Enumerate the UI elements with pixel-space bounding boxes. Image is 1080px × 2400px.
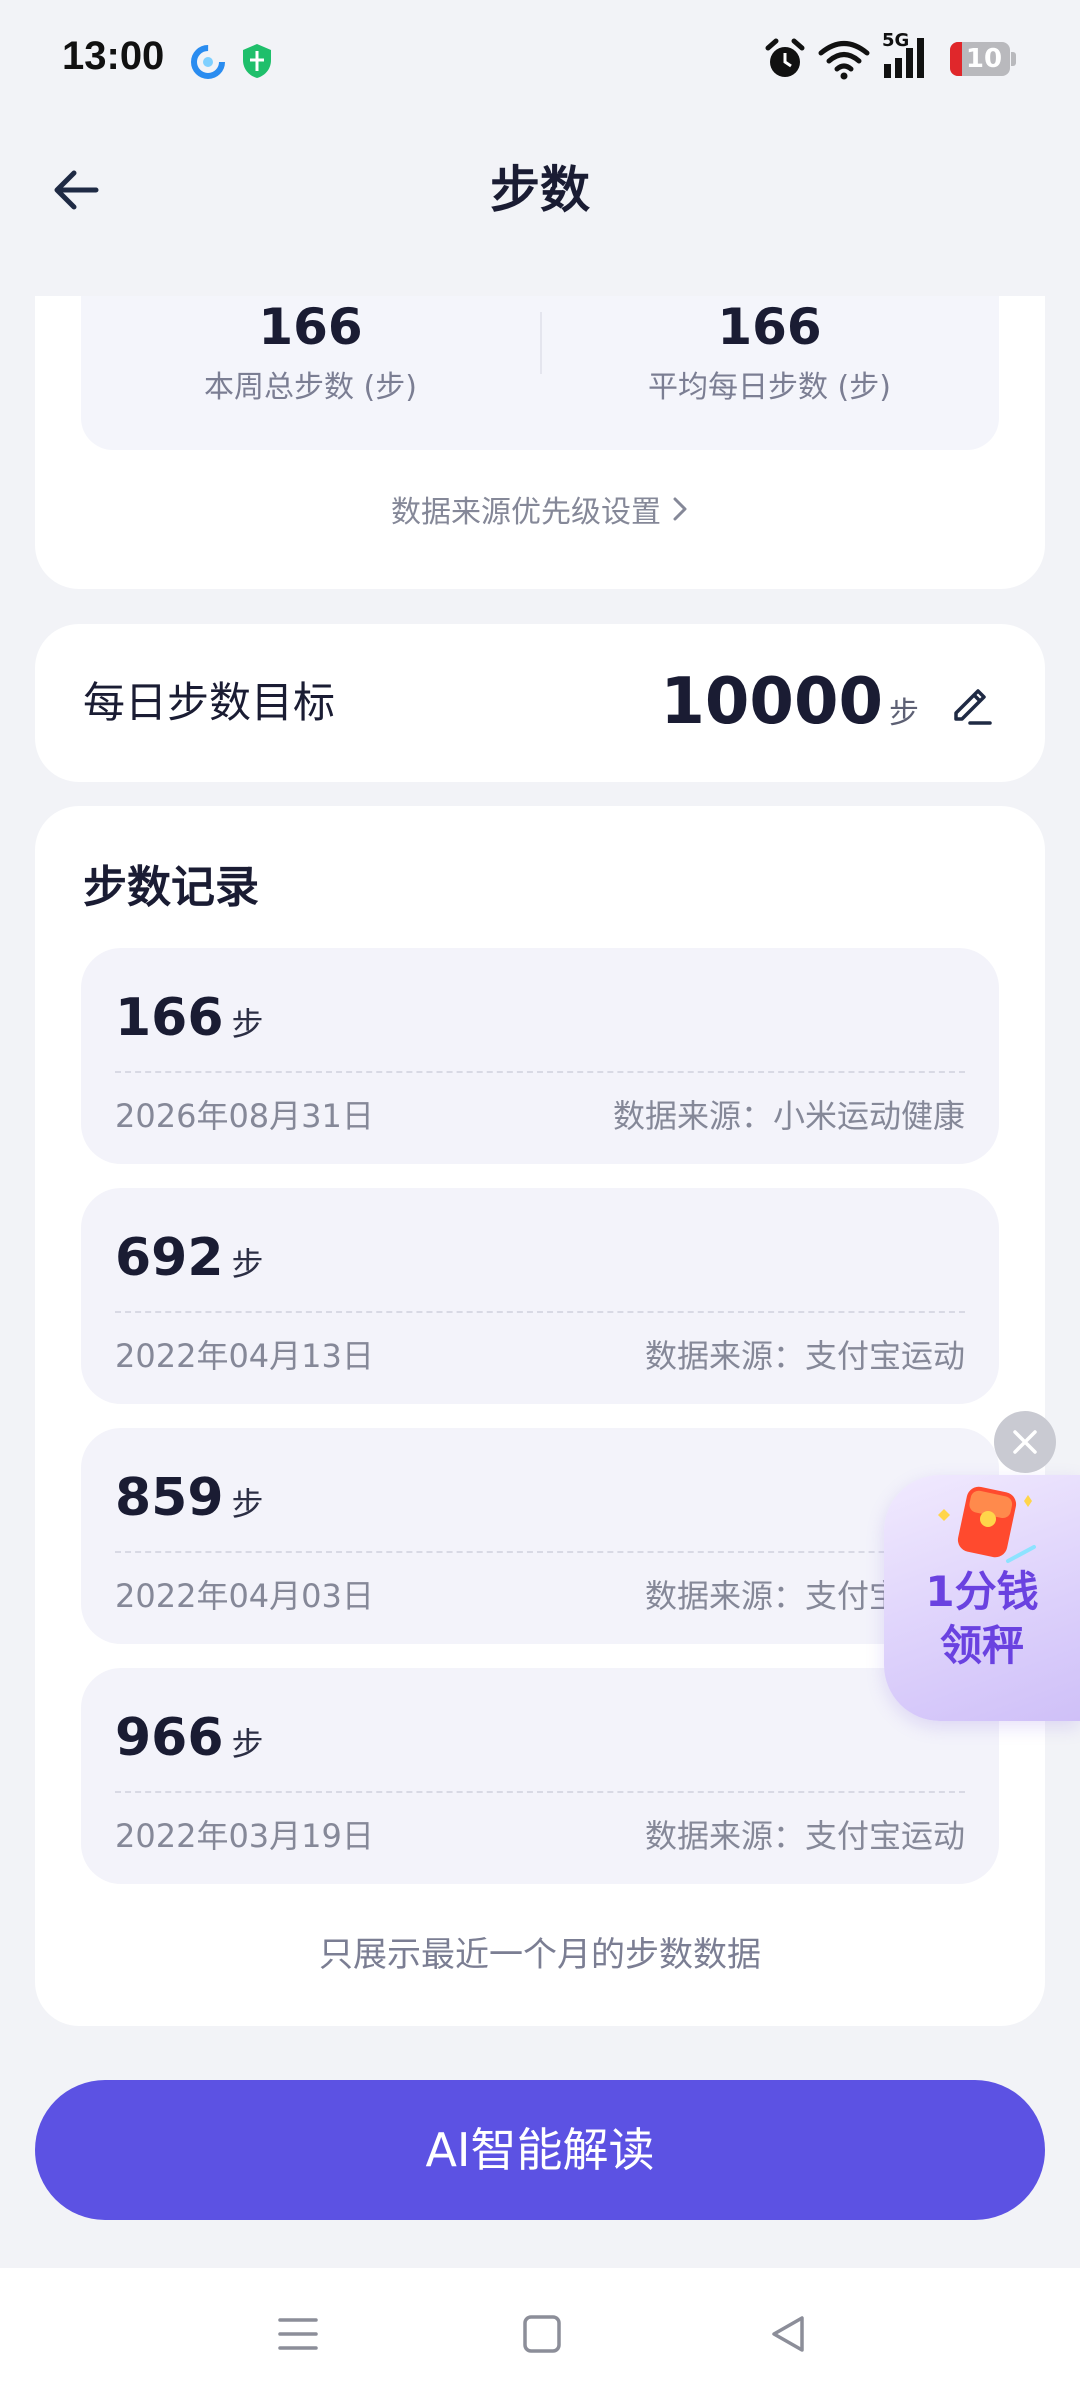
daily-average-value: 166 (717, 298, 822, 356)
record-date: 2026年08月31日 (115, 1097, 374, 1135)
network-type-label: 5G (882, 30, 910, 51)
record-item[interactable]: 859 步 2022年04月03日 数据来源：支付宝运动 (81, 1428, 999, 1644)
record-source: 数据来源：支付宝运动 (644, 1817, 965, 1855)
status-time: 13:00 (62, 34, 165, 78)
record-steps: 166 步 (115, 986, 264, 1050)
back-triangle-icon (772, 2316, 804, 2352)
record-divider (115, 1791, 965, 1793)
signal-icon: 5G (880, 32, 930, 84)
nav-home-button[interactable] (510, 2302, 574, 2366)
promo-text: 1分钱 领秤 (884, 1565, 1080, 1673)
record-item[interactable]: 966 步 2022年03月19日 数据来源：支付宝运动 (81, 1668, 999, 1884)
record-steps: 692 步 (115, 1226, 264, 1290)
battery-level: 10 (965, 44, 1003, 74)
daily-average-label: 平均每日步数 (步) (648, 370, 891, 405)
record-date: 2022年03月19日 (115, 1817, 374, 1855)
app-notification-icon (190, 44, 226, 84)
data-source-priority-label: 数据来源优先级设置 (391, 495, 661, 530)
step-records-card: 步数记录 166 步 2026年08月31日 数据来源：小米运动健康 692 步… (35, 806, 1045, 2026)
home-square-icon (523, 2315, 561, 2353)
record-divider (115, 1071, 965, 1073)
record-steps: 859 步 (115, 1466, 264, 1530)
promo-floating-badge[interactable]: 1分钱 领秤 (884, 1475, 1080, 1721)
record-item[interactable]: 166 步 2026年08月31日 数据来源：小米运动健康 (81, 948, 999, 1164)
weekly-total-label: 本周总步数 (步) (204, 370, 417, 405)
daily-goal-unit: 步 (889, 696, 919, 731)
record-steps-value: 692 (115, 1228, 224, 1288)
record-steps-value: 859 (115, 1468, 224, 1528)
promo-close-button[interactable] (994, 1411, 1056, 1473)
battery-icon: 10 (950, 42, 1018, 78)
record-date: 2022年04月13日 (115, 1337, 374, 1375)
weekly-total-value: 166 (258, 298, 363, 356)
wifi-icon (818, 40, 870, 84)
records-note: 只展示最近一个月的步数数据 (319, 1935, 761, 1975)
daily-goal-value: 10000 (660, 665, 883, 739)
page-title: 步数 (490, 161, 590, 219)
edit-pencil-icon (954, 689, 992, 725)
record-divider (115, 1311, 965, 1313)
status-bar: 13:00 5G 10 (0, 0, 1080, 124)
record-divider (115, 1551, 965, 1553)
stats-box: 166 本周总步数 (步) 166 平均每日步数 (步) (81, 296, 999, 450)
alarm-icon (764, 38, 806, 86)
red-envelope-icon (928, 1475, 1038, 1575)
close-icon (1013, 1430, 1037, 1454)
record-date: 2022年04月03日 (115, 1577, 374, 1615)
record-steps-unit: 步 (231, 1245, 264, 1283)
record-steps-value: 966 (115, 1708, 224, 1768)
ai-interpret-button[interactable]: AI智能解读 (35, 2080, 1045, 2220)
daily-goal-label: 每日步数目标 (83, 678, 336, 727)
record-steps-value: 166 (115, 988, 224, 1048)
steps-page: 13:00 5G 10 步数 166 本周总步数 (步) 166 平均每日步数 … (0, 0, 1080, 2400)
record-source: 数据来源：小米运动健康 (612, 1097, 965, 1135)
daily-goal-value-group: 10000 步 (660, 662, 919, 742)
weekly-stats-card: 166 本周总步数 (步) 166 平均每日步数 (步) 数据来源优先级设置 (35, 296, 1045, 589)
daily-goal-card: 每日步数目标 10000 步 (35, 624, 1045, 782)
record-steps-unit: 步 (231, 1485, 264, 1523)
nav-menu-button[interactable] (266, 2302, 330, 2366)
record-steps: 966 步 (115, 1706, 264, 1770)
daily-average-stat: 166 平均每日步数 (步) (540, 296, 999, 408)
app-bar: 步数 (0, 124, 1080, 294)
menu-icon (278, 2318, 318, 2350)
edit-goal-button[interactable] (941, 672, 1001, 732)
chevron-right-icon (671, 493, 689, 535)
records-title: 步数记录 (83, 862, 259, 913)
data-source-priority-link[interactable]: 数据来源优先级设置 (35, 492, 1045, 535)
system-nav-bar (0, 2268, 1080, 2400)
record-source: 数据来源：支付宝运动 (644, 1337, 965, 1375)
shield-icon (240, 42, 274, 84)
record-steps-unit: 步 (231, 1005, 264, 1043)
record-steps-unit: 步 (231, 1725, 264, 1763)
record-item[interactable]: 692 步 2022年04月13日 数据来源：支付宝运动 (81, 1188, 999, 1404)
promo-line-2: 领秤 (939, 1621, 1024, 1670)
promo-line-1: 1分钱 (925, 1567, 1039, 1616)
weekly-total-stat: 166 本周总步数 (步) (81, 296, 540, 408)
nav-back-button[interactable] (756, 2302, 820, 2366)
